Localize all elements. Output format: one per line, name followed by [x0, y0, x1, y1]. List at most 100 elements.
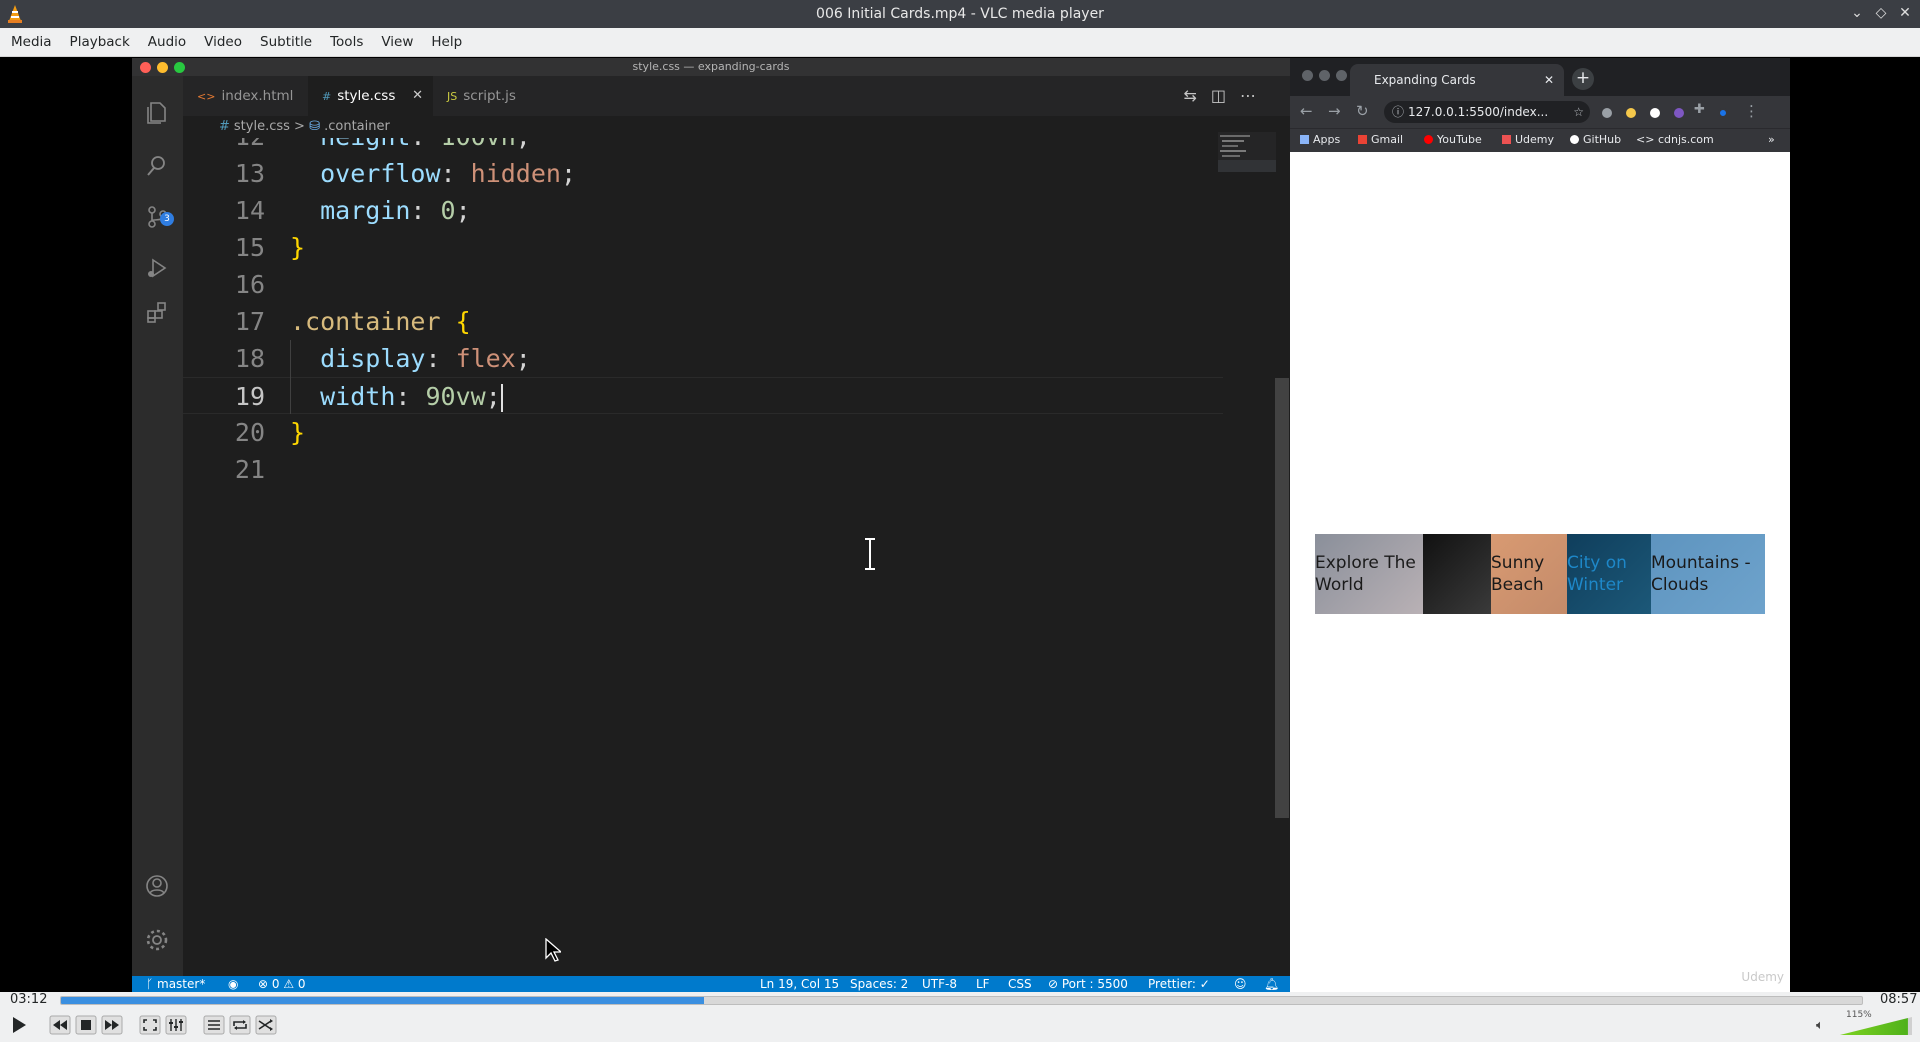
branch-name: master*: [157, 977, 206, 991]
apps-grid-icon: [1300, 135, 1309, 144]
speaker-icon[interactable]: 🔈︎: [1816, 1018, 1824, 1033]
git-branch[interactable]: ᚴ master*: [146, 976, 205, 992]
minimize-icon[interactable]: ⌄: [1848, 4, 1866, 22]
bookmark-label: cdnjs.com: [1657, 133, 1714, 146]
shuffle-icon[interactable]: [254, 1013, 278, 1037]
reload-icon[interactable]: ↻: [1356, 102, 1369, 120]
fullscreen-icon[interactable]: [138, 1013, 162, 1037]
notifications-icon[interactable]: 🔔︎: [1264, 976, 1279, 992]
status-bar: ᚴ master* ◉ ⊗ 0 ⚠ 0 Ln 19, Col 15 Spaces…: [132, 976, 1290, 992]
menu-help[interactable]: Help: [422, 28, 471, 57]
encoding[interactable]: UTF-8: [922, 976, 957, 992]
prettier-status[interactable]: Prettier: ✓: [1148, 976, 1210, 992]
cursor-position[interactable]: Ln 19, Col 15: [760, 976, 839, 992]
forward-icon[interactable]: →: [1328, 102, 1341, 120]
feedback-icon[interactable]: ☺: [1234, 976, 1247, 992]
seek-bar[interactable]: [60, 996, 1863, 1005]
browser-menu-icon[interactable]: ⋮: [1744, 102, 1759, 120]
bookmarks-overflow-icon[interactable]: »: [1768, 133, 1775, 146]
menu-playback[interactable]: Playback: [61, 28, 139, 57]
extension-icon[interactable]: [1650, 108, 1660, 118]
extensions-puzzle-icon[interactable]: ✚: [1694, 102, 1705, 117]
stop-icon[interactable]: [74, 1013, 98, 1037]
menu-view[interactable]: View: [372, 28, 422, 57]
code-line: 18 display: flex;: [183, 340, 1223, 377]
browser-window: Expanding Cards ✕ + ← → ↻ ⓘ 127.0.0.1:55…: [1290, 58, 1790, 992]
vlc-title-bar: 006 Initial Cards.mp4 - VLC media player…: [0, 0, 1920, 28]
open-changes-icon[interactable]: ⇆: [1183, 86, 1210, 105]
indentation[interactable]: Spaces: 2: [850, 976, 908, 992]
problems-indicator[interactable]: ⊗ 0 ⚠ 0: [258, 976, 306, 992]
extension-icon[interactable]: [1602, 108, 1612, 118]
card-dark-image[interactable]: [1423, 534, 1491, 614]
card-title: City on Winter: [1567, 553, 1627, 595]
tab-close-button[interactable]: ✕: [412, 76, 423, 116]
tab-index-html[interactable]: <> index.html: [183, 76, 308, 116]
tab-style-css[interactable]: # style.css ✕: [308, 76, 433, 116]
editor-tabs: <> index.html # style.css ✕ JS script.js ⇆◫…: [183, 76, 1290, 116]
play-icon[interactable]: [6, 1013, 30, 1037]
line-number: 15: [234, 233, 265, 262]
next-icon[interactable]: [100, 1013, 124, 1037]
menu-audio[interactable]: Audio: [139, 28, 195, 57]
code-line: 12 height: 100vh;: [183, 138, 1223, 155]
profile-avatar[interactable]: [1718, 108, 1728, 118]
indent-guide: [290, 340, 291, 414]
more-actions-icon[interactable]: ⋯: [1240, 86, 1270, 105]
tab-script-js[interactable]: JS script.js: [433, 76, 558, 116]
language-mode[interactable]: CSS: [1008, 976, 1032, 992]
menu-media[interactable]: Media: [2, 28, 61, 57]
menu-tools[interactable]: Tools: [321, 28, 372, 57]
editor-scrollbar[interactable]: [1275, 378, 1289, 818]
extended-settings-icon[interactable]: [164, 1013, 188, 1037]
vscode-title: style.css — expanding-cards: [132, 58, 1290, 76]
bookmark-youtube[interactable]: YouTube: [1424, 133, 1482, 146]
expanding-cards-container: Explore The World Sunny Beach City on Wi…: [1315, 534, 1765, 614]
bookmark-udemy[interactable]: Udemy: [1502, 133, 1554, 146]
run-debug-icon: [148, 258, 167, 278]
card-mountains-clouds[interactable]: Mountains - Clouds: [1651, 534, 1765, 614]
extension-icon[interactable]: [1674, 108, 1684, 118]
maximize-icon[interactable]: ◇: [1872, 4, 1890, 22]
video-frame[interactable]: style.css — expanding-cards 3 <> index.ht…: [0, 58, 1920, 992]
close-icon[interactable]: ✕: [1896, 4, 1914, 22]
bookmark-gmail[interactable]: Gmail: [1358, 133, 1403, 146]
bookmark-github[interactable]: GitHub: [1570, 133, 1621, 146]
bookmark-star-icon[interactable]: ☆: [1573, 101, 1584, 123]
playlist-icon[interactable]: [202, 1013, 226, 1037]
live-share-icon[interactable]: ◉: [228, 976, 238, 992]
code-icon: <>: [1636, 133, 1658, 146]
card-explore-the-world[interactable]: Explore The World: [1315, 534, 1423, 614]
card-sunny-beach[interactable]: Sunny Beach: [1491, 534, 1567, 614]
extension-icon[interactable]: [1626, 108, 1636, 118]
previous-icon[interactable]: [48, 1013, 72, 1037]
split-editor-icon[interactable]: ◫: [1211, 86, 1240, 105]
new-tab-button[interactable]: +: [1572, 68, 1594, 90]
css-file-icon: #: [219, 119, 230, 134]
address-bar[interactable]: ⓘ 127.0.0.1:5500/index... ☆: [1384, 101, 1590, 123]
card-city-on-winter[interactable]: City on Winter: [1567, 534, 1651, 614]
browser-tab-close[interactable]: ✕: [1544, 64, 1554, 96]
breadcrumb-symbol[interactable]: .container: [324, 119, 390, 134]
menu-video[interactable]: Video: [195, 28, 251, 57]
breadcrumb-file[interactable]: style.css: [234, 119, 290, 134]
search-icon: [147, 156, 165, 176]
loop-icon[interactable]: [228, 1013, 252, 1037]
code-editor[interactable]: 12 height: 100vh; 13 overflow: hidden; 1…: [183, 138, 1223, 960]
browser-tab[interactable]: Expanding Cards ✕: [1350, 64, 1564, 96]
volume-slider[interactable]: [1838, 1013, 1914, 1037]
line-number: 13: [234, 159, 265, 188]
bookmark-cdnjs[interactable]: <> cdnjs.com: [1636, 133, 1714, 146]
youtube-icon: [1424, 135, 1433, 144]
line-endings[interactable]: LF: [976, 976, 990, 992]
menu-subtitle[interactable]: Subtitle: [251, 28, 321, 57]
bookmark-apps[interactable]: Apps: [1300, 133, 1340, 146]
traffic-zoom-icon: [1336, 70, 1347, 81]
minimap[interactable]: [1218, 132, 1276, 172]
bookmarks-bar: Apps Gmail YouTube Udemy GitHub <> cdnjs…: [1290, 128, 1790, 152]
live-server-port[interactable]: ⊘ Port : 5500: [1048, 976, 1128, 992]
site-info-icon[interactable]: ⓘ: [1392, 101, 1404, 123]
back-icon[interactable]: ←: [1300, 102, 1313, 120]
extensions-icon: [147, 302, 166, 323]
js-file-icon: JS: [447, 90, 458, 103]
